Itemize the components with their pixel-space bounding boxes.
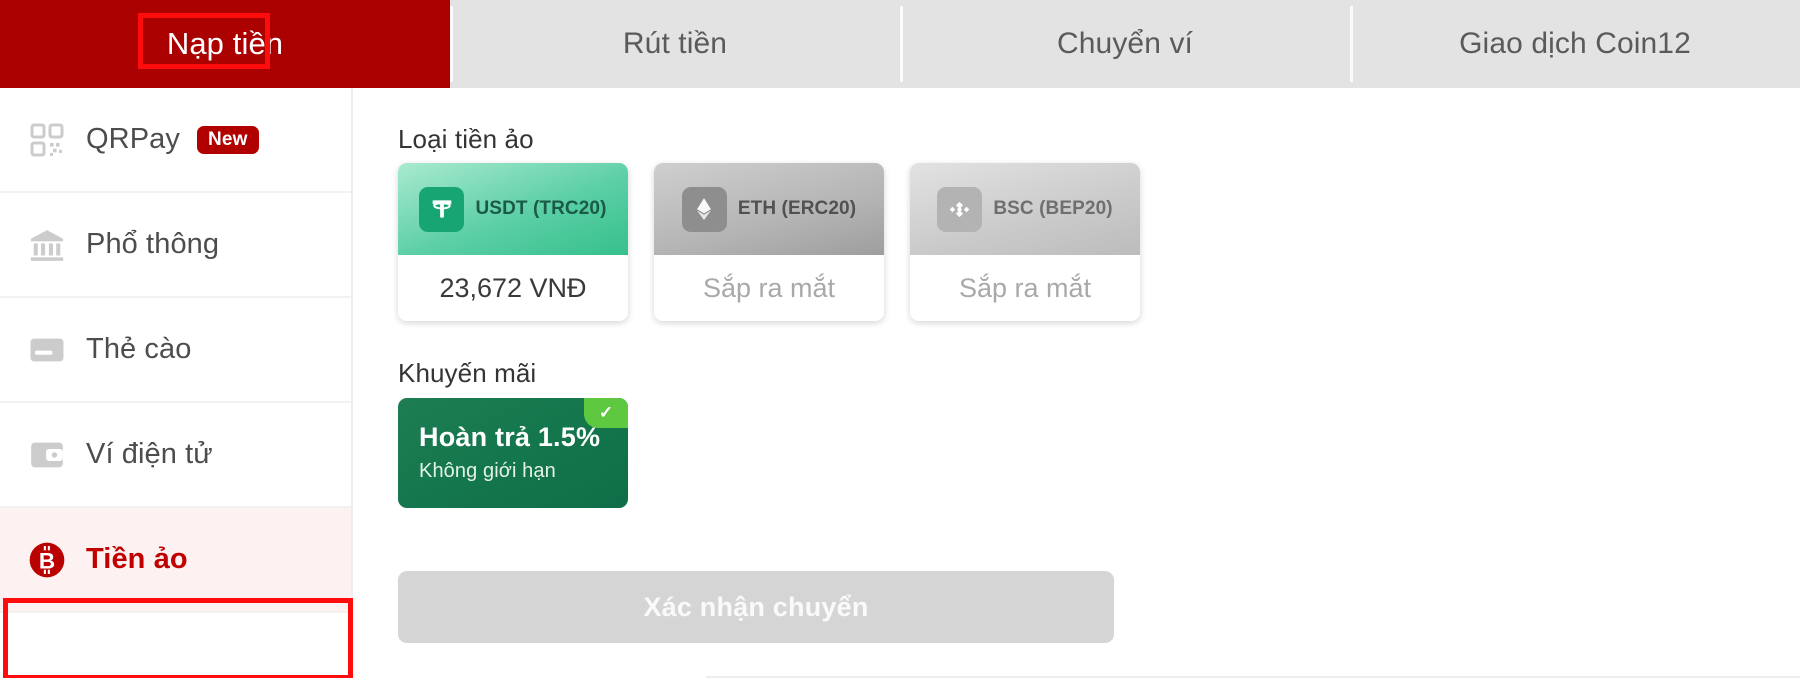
sidebar-item-pho-thong-label: Phổ thông — [86, 228, 220, 260]
bank-icon — [27, 225, 67, 265]
tab-nap-tien[interactable]: Nạp tiền — [0, 0, 450, 88]
tab-chuyen-vi[interactable]: Chuyển ví — [900, 0, 1350, 88]
ethereum-icon — [681, 186, 727, 232]
coin-card-eth-value: Sắp ra mắt — [654, 255, 884, 321]
card-icon — [27, 330, 67, 370]
sidebar-item-qrpay[interactable]: QRPay New — [0, 88, 351, 193]
tether-icon — [419, 186, 465, 232]
coin-section-title: Loại tiền ảo — [398, 124, 534, 154]
new-badge: New — [196, 125, 259, 154]
tab-giao-dich-coin12[interactable]: Giao dịch Coin12 — [1350, 0, 1800, 88]
sidebar-item-pho-thong[interactable]: Phổ thông — [0, 193, 351, 298]
promo-card-cashback[interactable]: ✓ Hoàn trả 1.5% Không giới hạn — [398, 398, 628, 508]
sidebar-item-tien-ao-label: Tiền ảo — [86, 543, 188, 575]
page-body: QRPay New Phổ thông Thẻ cào Ví điện tử B… — [0, 88, 1800, 678]
coin-card-usdt-header: USDT (TRC20) — [398, 163, 628, 255]
payment-method-sidebar: QRPay New Phổ thông Thẻ cào Ví điện tử B… — [0, 88, 353, 678]
tab-rut-tien[interactable]: Rút tiền — [450, 0, 900, 88]
wallet-icon — [27, 435, 67, 475]
main-tab-bar: Nạp tiền Rút tiền Chuyển ví Giao dịch Co… — [0, 0, 1800, 88]
deposit-page: Nạp tiền Rút tiền Chuyển ví Giao dịch Co… — [0, 0, 1800, 678]
sidebar-item-vi-dien-tu[interactable]: Ví điện tử — [0, 403, 351, 508]
binance-icon — [937, 186, 983, 232]
sidebar-item-qrpay-label: QRPay — [86, 123, 180, 155]
coin-card-bsc: BSC (BEP20) Sắp ra mắt — [910, 163, 1140, 321]
promo-section-title: Khuyến mãi — [398, 358, 537, 388]
coin-card-eth-name: ETH (ERC20) — [737, 198, 857, 219]
bitcoin-icon: B — [27, 540, 67, 580]
sidebar-item-tien-ao[interactable]: B Tiền ảo — [0, 508, 351, 613]
coin-card-eth: ETH (ERC20) Sắp ra mắt — [654, 163, 884, 321]
coin-card-usdt-value: 23,672 VNĐ — [398, 255, 628, 321]
tab-rut-tien-label: Rút tiền — [622, 27, 728, 60]
sidebar-item-the-cao-label: Thẻ cào — [86, 333, 192, 365]
tab-nap-tien-label: Nạp tiền — [166, 26, 284, 61]
confirm-transfer-button[interactable]: Xác nhận chuyển — [398, 571, 1114, 643]
sidebar-item-the-cao[interactable]: Thẻ cào — [0, 298, 351, 403]
coin-card-usdt[interactable]: USDT (TRC20) 23,672 VNĐ — [398, 163, 628, 321]
coin-type-list: USDT (TRC20) 23,672 VNĐ ETH (ERC20) Sắp … — [398, 163, 1140, 321]
coin-card-bsc-header: BSC (BEP20) — [910, 163, 1140, 255]
tab-chuyen-vi-label: Chuyển ví — [1057, 27, 1193, 60]
deposit-main-panel: Loại tiền ảo USDT (TRC20) 23,672 VNĐ ETH… — [353, 88, 1800, 678]
svg-text:B: B — [39, 548, 55, 573]
tab-giao-dich-coin12-label: Giao dịch Coin12 — [1459, 27, 1691, 60]
coin-card-eth-header: ETH (ERC20) — [654, 163, 884, 255]
promo-card-subtitle: Không giới hạn — [419, 460, 556, 482]
coin-card-bsc-name: BSC (BEP20) — [993, 198, 1113, 219]
qr-code-icon — [27, 120, 67, 160]
coin-card-usdt-name: USDT (TRC20) — [475, 198, 607, 219]
coin-card-bsc-value: Sắp ra mắt — [910, 255, 1140, 321]
promo-card-title: Hoàn trả 1.5% — [419, 422, 601, 452]
sidebar-item-vi-dien-tu-label: Ví điện tử — [86, 438, 213, 470]
